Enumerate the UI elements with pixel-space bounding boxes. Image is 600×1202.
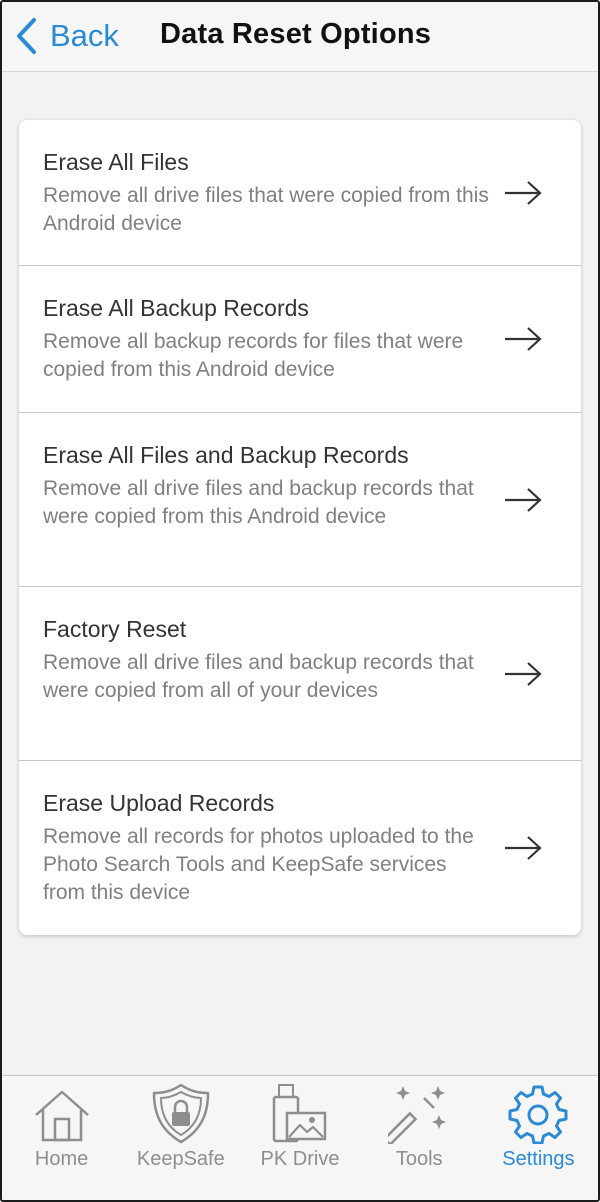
arrow-right-icon xyxy=(503,325,543,353)
back-label: Back xyxy=(50,18,119,53)
tab-label: PK Drive xyxy=(260,1148,340,1170)
arrow-right-icon xyxy=(503,660,543,688)
tab-label: Tools xyxy=(395,1148,443,1170)
tab-tools[interactable]: Tools xyxy=(360,1076,479,1200)
usb-drive-photo-icon xyxy=(269,1082,331,1144)
tab-settings[interactable]: Settings xyxy=(479,1076,598,1200)
option-factory-reset[interactable]: Factory Reset Remove all drive files and… xyxy=(19,587,581,761)
option-erase-files-and-backup[interactable]: Erase All Files and Backup Records Remov… xyxy=(19,413,581,587)
option-description: Remove all drive files and backup record… xyxy=(43,477,474,528)
tab-home[interactable]: Home xyxy=(2,1076,121,1200)
arrow-right-icon xyxy=(503,486,543,514)
home-icon xyxy=(31,1082,93,1144)
page-title: Data Reset Options xyxy=(160,18,432,50)
option-description: Remove all records for photos uploaded t… xyxy=(43,825,474,904)
tab-keepsafe[interactable]: KeepSafe xyxy=(121,1076,240,1200)
arrow-right-icon xyxy=(503,834,543,862)
option-title: Erase All Backup Records xyxy=(43,295,309,321)
tab-label: KeepSafe xyxy=(136,1148,225,1170)
navigation-bar: Back Data Reset Options xyxy=(2,2,598,72)
shield-lock-icon xyxy=(150,1082,212,1144)
option-erase-upload-records[interactable]: Erase Upload Records Remove all records … xyxy=(19,761,581,935)
option-erase-all-files[interactable]: Erase All Files Remove all drive files t… xyxy=(19,120,581,266)
option-title: Erase Upload Records xyxy=(43,790,275,816)
gear-icon xyxy=(507,1082,569,1144)
tab-label: Settings xyxy=(502,1148,575,1170)
option-description: Remove all drive files that were copied … xyxy=(43,184,489,235)
option-description: Remove all backup records for files that… xyxy=(43,330,464,381)
app-screen: Back Data Reset Options Erase All Files … xyxy=(0,0,600,1202)
chevron-left-icon xyxy=(14,17,38,55)
back-button[interactable]: Back xyxy=(14,16,119,56)
option-erase-backup-records[interactable]: Erase All Backup Records Remove all back… xyxy=(19,266,581,413)
reset-options-list: Erase All Files Remove all drive files t… xyxy=(19,120,581,935)
option-title: Erase All Files xyxy=(43,149,189,175)
magic-wand-icon xyxy=(388,1082,450,1144)
tab-label: Home xyxy=(34,1148,89,1170)
tab-pk-drive[interactable]: PK Drive xyxy=(240,1076,359,1200)
option-title: Factory Reset xyxy=(43,616,187,642)
tab-bar: Home KeepSafe PK Drive Tools Settings xyxy=(2,1075,598,1200)
arrow-right-icon xyxy=(503,179,543,207)
option-title: Erase All Files and Backup Records xyxy=(43,442,409,468)
option-description: Remove all drive files and backup record… xyxy=(43,651,474,702)
